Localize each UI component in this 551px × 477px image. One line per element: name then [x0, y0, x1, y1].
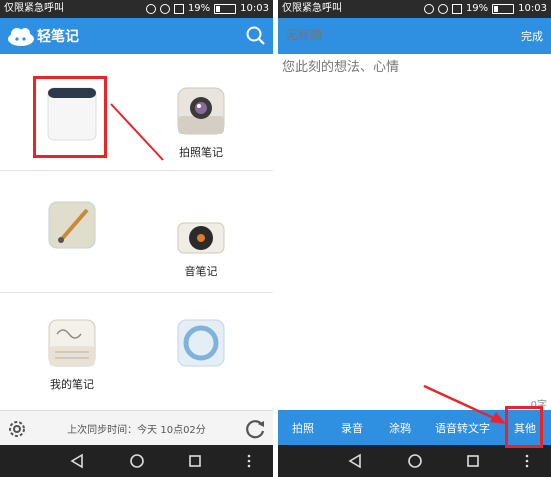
voice-note-item[interactable]: 音笔记	[171, 205, 231, 279]
home-icon[interactable]	[406, 452, 424, 470]
sim-icon	[451, 4, 462, 14]
done-button[interactable]: 完成	[521, 28, 543, 44]
nav-bar	[278, 445, 551, 477]
notes-stack-icon	[48, 319, 96, 367]
record-button[interactable]: 录音	[341, 420, 363, 436]
take-photo-button[interactable]: 拍照	[292, 420, 314, 436]
signal-icon	[423, 4, 434, 14]
recents-icon[interactable]	[186, 452, 204, 470]
app-title: 轻笔记	[37, 29, 79, 45]
battery-icon	[214, 4, 237, 14]
wifi-icon	[437, 4, 448, 14]
photo-note-label: 拍照笔记	[179, 146, 223, 159]
clock: 10:03	[240, 3, 269, 14]
search-icon	[246, 26, 265, 45]
title-input[interactable]	[284, 27, 428, 43]
back-icon[interactable]	[346, 452, 364, 470]
row-divider	[0, 170, 273, 171]
more-item[interactable]	[171, 318, 231, 376]
row-divider	[0, 292, 273, 293]
status-icons: 19% 10:03	[145, 0, 269, 18]
voice-note-label: 音笔记	[184, 265, 218, 278]
sync-status: 上次同步时间：今天 10点02分	[67, 425, 206, 436]
menu-icon[interactable]	[518, 452, 536, 470]
carrier-text: 仅限紧急呼叫	[4, 3, 64, 14]
my-notes-label: 我的笔记	[50, 378, 94, 391]
dial-icon	[177, 319, 225, 367]
refresh-icon[interactable]	[243, 417, 267, 441]
doodle-note-item[interactable]	[42, 200, 102, 258]
search-button[interactable]	[237, 18, 273, 54]
doodle-button[interactable]: 涂鸦	[389, 420, 411, 436]
home-icon[interactable]	[128, 452, 146, 470]
annotation-arrow	[423, 384, 506, 424]
sync-bar: 上次同步时间：今天 10点02分	[0, 410, 273, 446]
signal-icon	[145, 4, 156, 14]
home-screen: 仅限紧急呼叫 19% 10:03 轻笔记 拍照笔记 音笔记 我的笔记 上次同步时…	[0, 0, 273, 477]
nav-bar	[0, 445, 273, 477]
note-body-input[interactable]	[280, 58, 544, 75]
carrier-text: 仅限紧急呼叫	[282, 3, 342, 14]
recents-icon[interactable]	[464, 452, 482, 470]
battery-percent: 19%	[187, 3, 211, 14]
wifi-icon	[159, 4, 170, 14]
back-icon[interactable]	[68, 452, 86, 470]
clock: 10:03	[518, 3, 547, 14]
status-bar: 仅限紧急呼叫 19% 10:03	[0, 0, 273, 18]
status-icons: 19% 10:03	[423, 0, 547, 18]
editor-top-bar: 完成	[278, 18, 551, 54]
gear-icon[interactable]	[6, 418, 28, 440]
highlight-box	[505, 406, 543, 448]
status-bar: 仅限紧急呼叫 19% 10:03	[278, 0, 551, 18]
battery-icon	[492, 4, 515, 14]
editor-screen: 仅限紧急呼叫 19% 10:03 完成 0字 拍照 录音 涂鸦 语音转文字 其他	[278, 0, 551, 477]
battery-percent: 19%	[465, 3, 489, 14]
paint-brush-icon	[48, 201, 96, 249]
photo-note-item[interactable]: 拍照笔记	[171, 86, 231, 160]
menu-icon[interactable]	[240, 452, 258, 470]
cloud-logo-icon	[8, 28, 34, 46]
camera-icon	[177, 87, 225, 135]
annotation-arrow	[110, 103, 164, 161]
sim-icon	[173, 4, 184, 14]
highlight-box	[33, 76, 107, 158]
record-player-icon	[177, 222, 225, 254]
my-notes-item[interactable]: 我的笔记	[42, 318, 102, 392]
app-bar: 轻笔记	[0, 18, 273, 54]
